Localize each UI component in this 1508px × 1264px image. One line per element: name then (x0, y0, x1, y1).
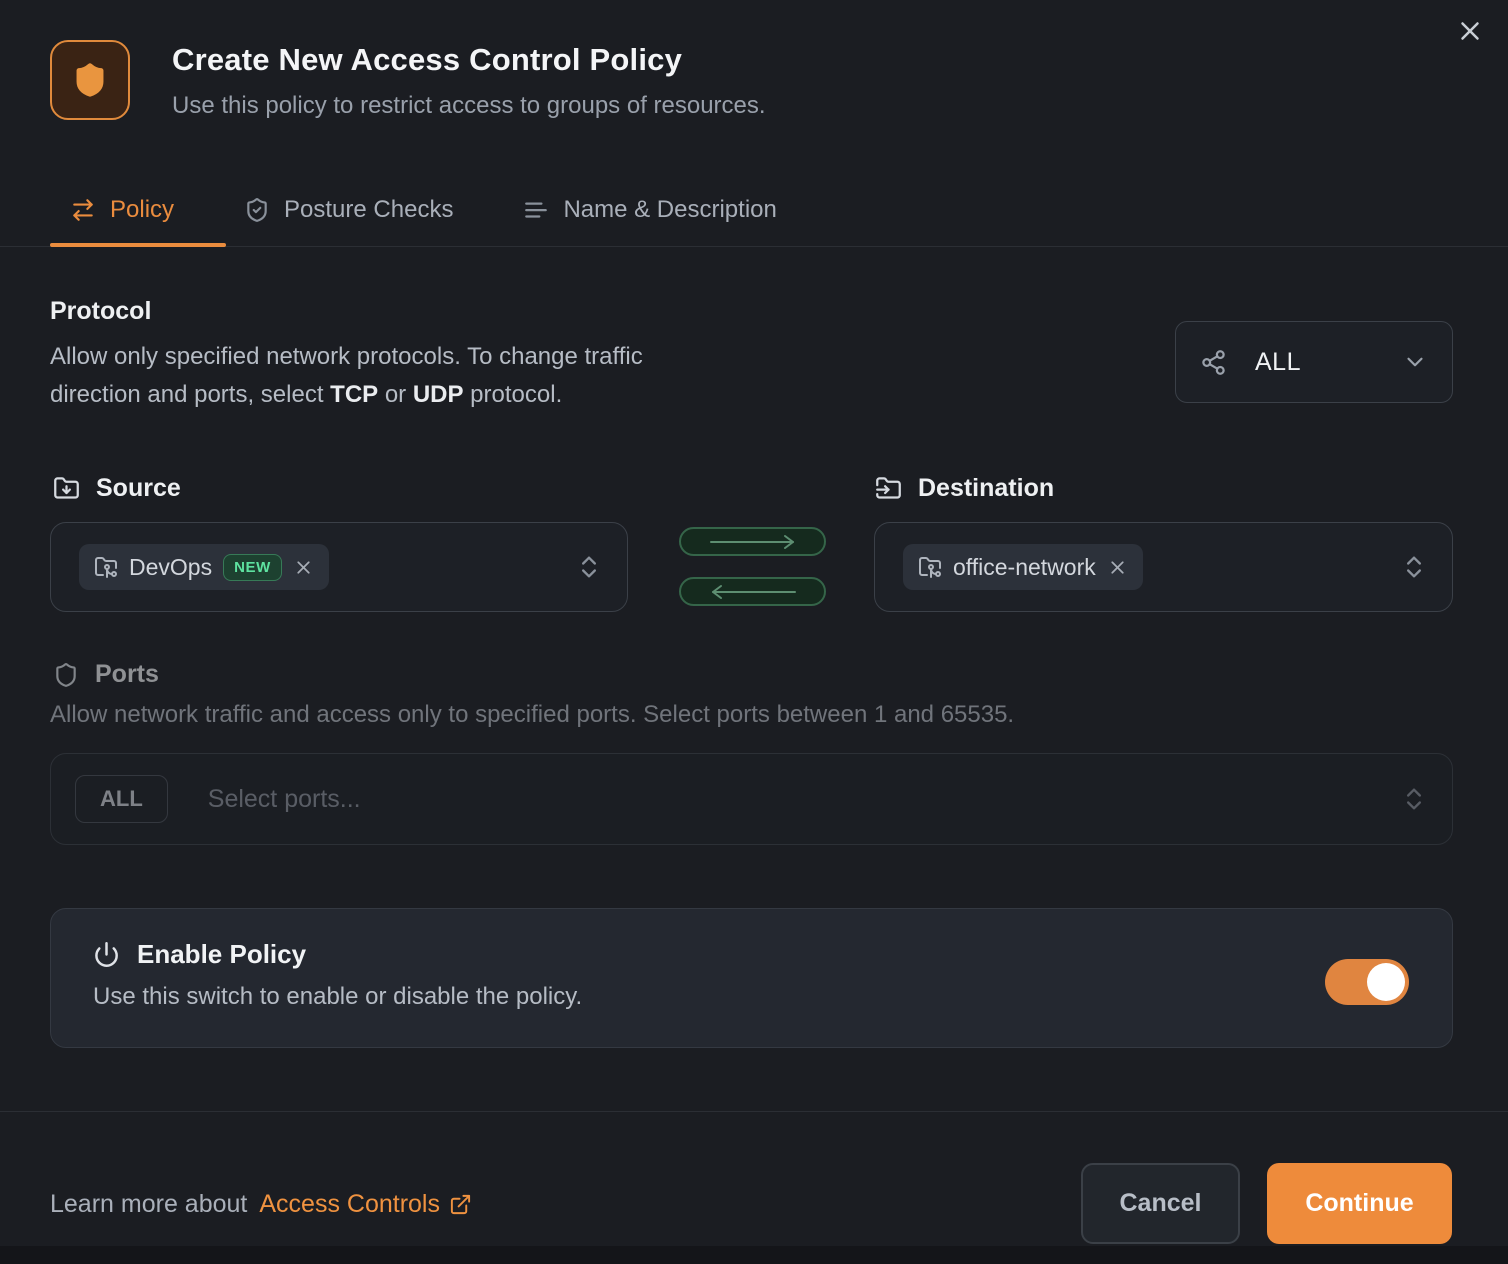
create-access-control-policy-modal: Create New Access Control Policy Use thi… (0, 0, 1508, 1264)
text-lines-icon (523, 197, 549, 223)
remove-destination-tag-icon[interactable] (1107, 557, 1128, 578)
tab-posture-checks-label: Posture Checks (284, 196, 453, 224)
enable-policy-toggle[interactable] (1325, 959, 1409, 1005)
destination-tag-label: office-network (953, 554, 1096, 581)
tab-posture-checks[interactable]: Posture Checks (224, 184, 473, 236)
enable-policy-description: Use this switch to enable or disable the… (93, 983, 582, 1011)
arrow-right-icon (705, 534, 801, 550)
folder-input-icon (875, 475, 902, 502)
protocol-dropdown-value: ALL (1255, 348, 1301, 377)
ports-description: Allow network traffic and access only to… (50, 701, 1014, 729)
shield-icon (71, 61, 109, 99)
share-nodes-icon (1200, 349, 1227, 376)
protocol-dropdown[interactable]: ALL (1175, 321, 1453, 403)
chevrons-up-down-icon (1400, 553, 1428, 581)
protocol-description-line2: direction and ports, select (50, 381, 330, 408)
tcp-text: TCP (330, 381, 378, 408)
enable-policy-card: Enable Policy Use this switch to enable … (50, 908, 1453, 1048)
external-link-icon (449, 1193, 472, 1216)
power-icon (93, 941, 120, 968)
source-tag-label: DevOps (129, 554, 212, 581)
destination-tag-office-network: office-network (903, 544, 1143, 590)
active-tab-underline (50, 243, 226, 247)
source-select[interactable]: DevOps NEW (50, 522, 628, 612)
protocol-description-tail: protocol. (464, 381, 563, 408)
destination-heading: Destination (875, 474, 1054, 503)
access-controls-link[interactable]: Access Controls (259, 1190, 472, 1219)
ports-heading: Ports (53, 660, 159, 689)
ports-placeholder: Select ports... (208, 785, 361, 814)
folder-down-icon (53, 475, 80, 502)
modal-subtitle: Use this policy to restrict access to gr… (172, 92, 766, 120)
traffic-direction-left-pill[interactable] (679, 577, 826, 606)
source-heading-label: Source (96, 474, 181, 503)
cancel-button[interactable]: Cancel (1081, 1163, 1240, 1244)
tab-name-description[interactable]: Name & Description (503, 184, 796, 236)
source-tag-devops: DevOps NEW (79, 544, 329, 590)
enable-policy-heading-label: Enable Policy (137, 939, 306, 970)
destination-heading-label: Destination (918, 474, 1054, 503)
tab-bar: Policy Posture Checks Name & Description (50, 184, 797, 236)
protocol-heading: Protocol (50, 297, 151, 326)
protocol-description-line1: Allow only specified network protocols. … (50, 343, 643, 370)
close-icon[interactable] (1455, 16, 1485, 46)
tab-policy-label: Policy (110, 196, 174, 224)
enable-policy-heading: Enable Policy (93, 939, 306, 970)
or-text: or (378, 381, 413, 408)
ports-heading-label: Ports (95, 660, 159, 689)
page-background-strip (0, 1246, 1508, 1264)
remove-source-tag-icon[interactable] (293, 557, 314, 578)
shield-check-icon (244, 197, 270, 223)
tab-policy[interactable]: Policy (50, 184, 194, 236)
shield-icon (53, 662, 79, 688)
policy-shield-badge (50, 40, 130, 120)
learn-more-text: Learn more about (50, 1190, 247, 1219)
folder-git-icon (94, 555, 118, 579)
tabs-divider (0, 246, 1508, 247)
arrow-right-left-icon (70, 197, 96, 223)
new-badge: NEW (223, 554, 282, 581)
destination-select[interactable]: office-network (874, 522, 1453, 612)
folder-git-icon (918, 555, 942, 579)
chevrons-up-down-icon (575, 553, 603, 581)
tab-name-description-label: Name & Description (563, 196, 776, 224)
chevrons-up-down-icon (1400, 785, 1428, 813)
footer-divider (0, 1111, 1508, 1112)
udp-text: UDP (413, 381, 464, 408)
continue-button[interactable]: Continue (1267, 1163, 1452, 1244)
arrow-left-icon (705, 584, 801, 600)
learn-more-row: Learn more about Access Controls (50, 1190, 472, 1219)
protocol-description: Allow only specified network protocols. … (50, 338, 643, 414)
modal-title: Create New Access Control Policy (172, 42, 682, 78)
traffic-direction-right-pill[interactable] (679, 527, 826, 556)
ports-select: ALL Select ports... (50, 753, 1453, 845)
ports-all-chip: ALL (75, 775, 168, 823)
source-heading: Source (53, 474, 181, 503)
chevron-down-icon (1402, 349, 1428, 375)
access-controls-link-label: Access Controls (259, 1190, 440, 1219)
toggle-knob (1367, 963, 1405, 1001)
